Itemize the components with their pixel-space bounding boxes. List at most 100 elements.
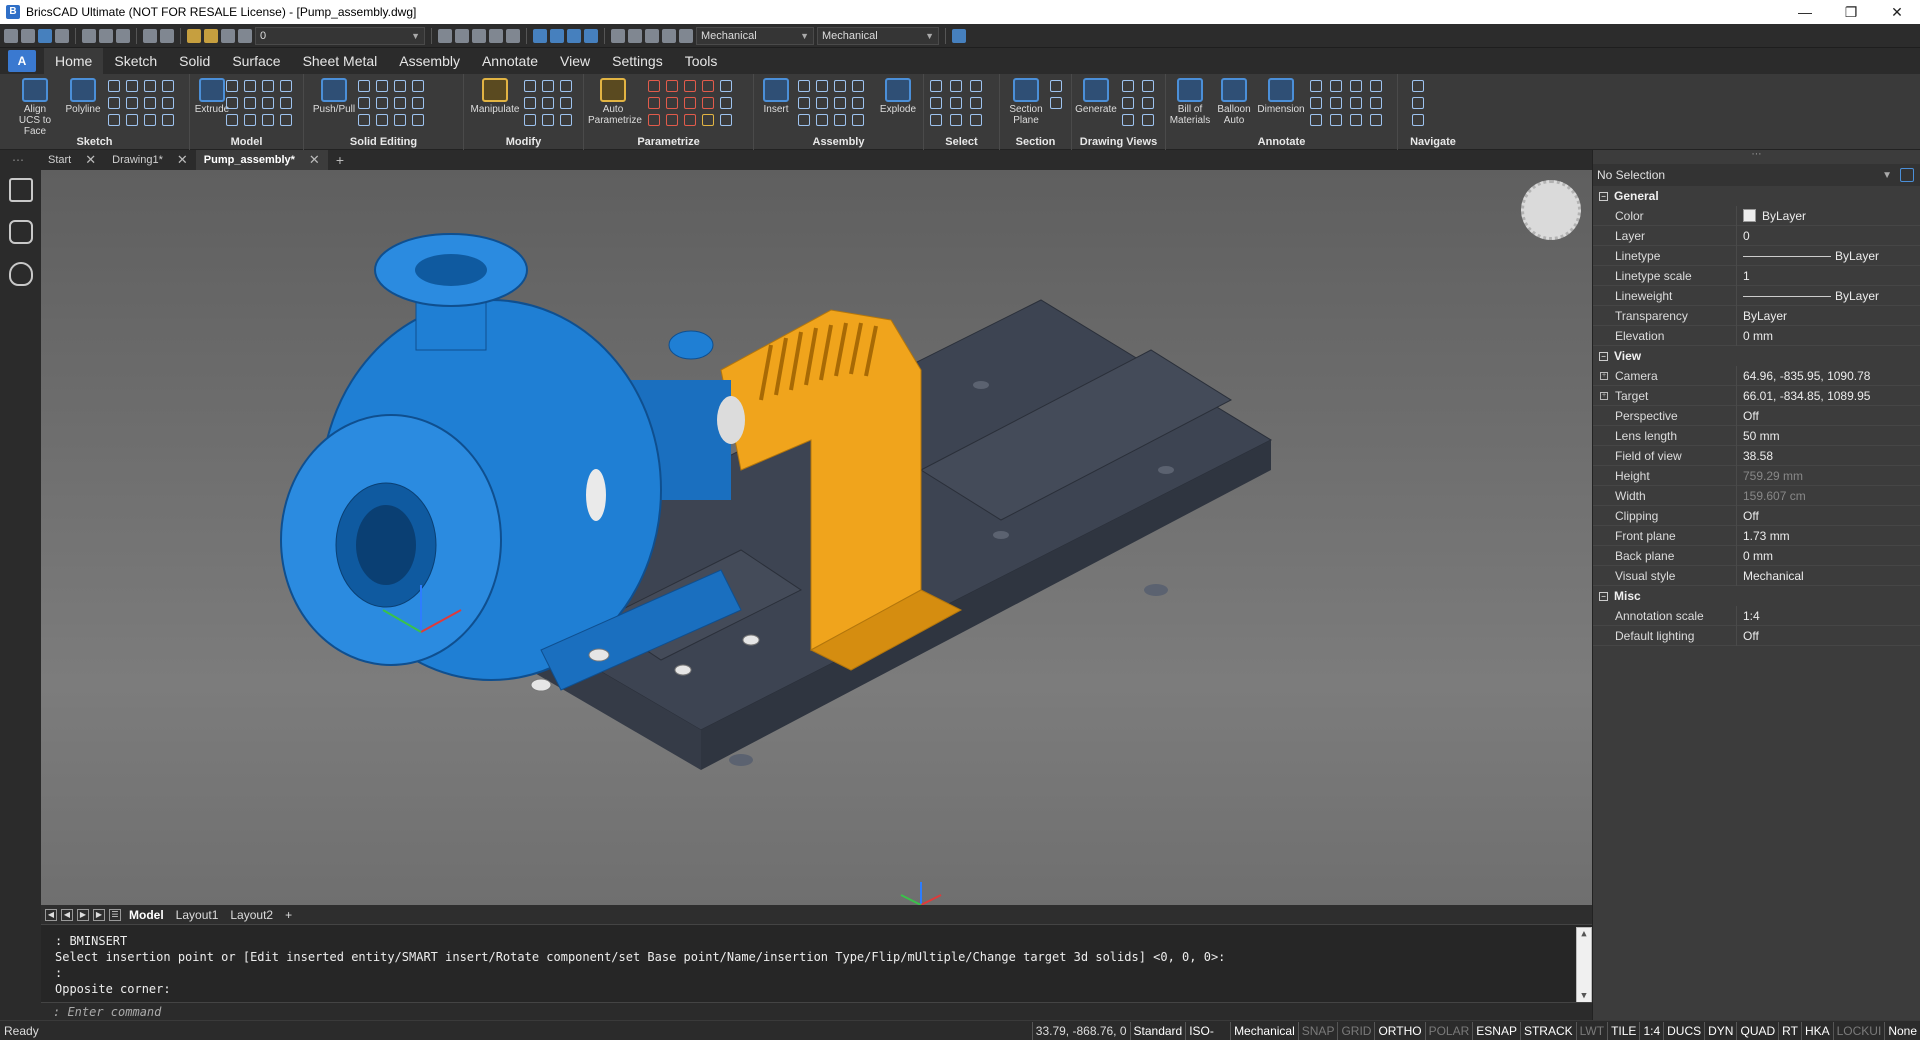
property-value-cell[interactable]: Mechanical (1737, 569, 1920, 583)
detail-view-icon[interactable] (1122, 97, 1134, 109)
doc-tab-pump-assembly[interactable]: Pump_assembly* ✕ (195, 150, 328, 170)
redo-icon[interactable] (160, 28, 174, 43)
property-value-cell[interactable]: Off (1737, 509, 1920, 523)
doc-tab-start[interactable]: Start ✕ (40, 150, 104, 170)
application-menu-icon[interactable]: A (8, 50, 36, 72)
new-file-icon[interactable] (4, 28, 18, 43)
property-value-cell[interactable]: ByLayer (1737, 289, 1920, 303)
diameter-dim-icon[interactable] (1350, 80, 1362, 92)
property-value-cell[interactable]: 0 mm (1737, 329, 1920, 343)
manipulate-button[interactable]: Manipulate (468, 78, 522, 115)
property-value-cell[interactable]: 1.73 mm (1737, 529, 1920, 543)
status-toggle-polar[interactable]: POLAR (1424, 1021, 1473, 1040)
layout-tab-model[interactable]: Model (125, 908, 168, 922)
multiline-text-icon[interactable] (1370, 97, 1382, 109)
section-view[interactable]: − View (1593, 346, 1920, 366)
radius-dim-icon[interactable] (1310, 80, 1322, 92)
expand-icon[interactable]: + (1600, 391, 1608, 400)
loft-icon[interactable] (262, 97, 274, 109)
close-icon[interactable]: ✕ (177, 150, 188, 170)
status-toggle-grid[interactable]: GRID (1337, 1021, 1374, 1040)
property-row-visual-style[interactable]: Visual style Mechanical (1593, 565, 1920, 586)
slice-icon[interactable] (280, 114, 292, 126)
select-fence-icon[interactable] (930, 97, 942, 109)
close-icon[interactable]: ✕ (85, 150, 96, 170)
property-row-color[interactable]: Color ByLayer (1593, 205, 1920, 226)
perpendicular-icon[interactable] (648, 97, 660, 109)
select-filter-icon[interactable] (970, 80, 982, 92)
property-value-cell[interactable]: 66.01, -834.85, 1089.95 (1737, 389, 1920, 403)
section-misc[interactable]: − Misc (1593, 586, 1920, 606)
property-row-front-plane[interactable]: Front plane 1.73 mm (1593, 525, 1920, 546)
tab-assembly[interactable]: Assembly (388, 48, 471, 74)
align-ucs-button[interactable]: Align UCS to Face (12, 78, 58, 137)
cylinder-icon[interactable] (244, 80, 256, 92)
generate-button[interactable]: Generate (1074, 78, 1118, 115)
text-icon[interactable] (1370, 80, 1382, 92)
move-component-icon[interactable] (798, 114, 810, 126)
tables-icon[interactable] (611, 28, 625, 43)
property-value-cell[interactable]: 159.607 cm (1737, 489, 1920, 503)
property-value-cell[interactable]: 64.96, -835.95, 1090.78 (1737, 369, 1920, 383)
explode-mod-icon[interactable] (560, 114, 572, 126)
prev-layout-icon[interactable]: ◀ (61, 908, 73, 921)
undo-icon[interactable] (143, 28, 157, 43)
first-layout-icon[interactable]: ◀ (45, 908, 57, 921)
property-value-cell[interactable]: 50 mm (1737, 429, 1920, 443)
polyline-button[interactable]: Polyline (62, 78, 104, 115)
layer-color-icon[interactable] (238, 28, 252, 43)
layout-list-icon[interactable]: ☰ (109, 908, 121, 921)
arc-icon[interactable] (162, 80, 174, 92)
subtract-icon[interactable] (244, 114, 256, 126)
dimension-button[interactable]: Dimension (1256, 78, 1306, 115)
balloon-auto-button[interactable]: Balloon Auto (1214, 78, 1254, 126)
vertical-icon[interactable] (702, 97, 714, 109)
quick-select-icon[interactable] (1900, 168, 1914, 182)
wedge-icon[interactable] (280, 80, 292, 92)
tab-surface[interactable]: Surface (221, 48, 291, 74)
angular-dim-icon[interactable] (1310, 97, 1322, 109)
scroll-up-icon[interactable]: ▲ (1577, 928, 1591, 940)
status-toggle-mechanical[interactable]: Mechanical (1230, 1021, 1298, 1040)
property-row-clipping[interactable]: Clipping Off (1593, 505, 1920, 526)
view-iso-icon[interactable] (584, 28, 598, 43)
fillet-icon[interactable] (358, 80, 370, 92)
parameters-manager-icon[interactable] (720, 97, 732, 109)
quick-select-icon[interactable] (970, 114, 982, 126)
symmetric-icon[interactable] (666, 114, 678, 126)
taper-icon[interactable] (358, 97, 370, 109)
check-icon[interactable] (412, 114, 424, 126)
layer-previous-icon[interactable] (455, 28, 469, 43)
section-general[interactable]: − General (1593, 186, 1920, 206)
fix-constraint-icon[interactable] (648, 80, 660, 92)
extrude-button[interactable]: Extrude (194, 78, 230, 115)
restore-button[interactable]: ❐ (1828, 0, 1874, 24)
property-row-linetype-scale[interactable]: Linetype scale 1 (1593, 265, 1920, 286)
array-icon[interactable] (560, 80, 572, 92)
spline-icon[interactable] (108, 97, 120, 109)
status-toggle-quad[interactable]: QUAD (1736, 1021, 1778, 1040)
dimension-constraint-icon[interactable] (720, 80, 732, 92)
property-row-camera[interactable]: + Camera 64.96, -835.95, 1090.78 (1593, 365, 1920, 386)
explode-button[interactable]: Explode (876, 78, 920, 115)
settings-icon[interactable] (645, 28, 659, 43)
layer-dropdown[interactable]: 0 ▼ (255, 26, 425, 45)
auto-parametrize-button[interactable]: Auto Parametrize (588, 78, 642, 126)
layer-walk-icon[interactable] (506, 28, 520, 43)
view-base-icon[interactable] (1122, 114, 1134, 126)
property-row-lineweight[interactable]: Lineweight ByLayer (1593, 285, 1920, 306)
replace-component-icon[interactable] (834, 80, 846, 92)
property-row-lens-length[interactable]: Lens length 50 mm (1593, 425, 1920, 446)
layer-lock-icon[interactable] (221, 28, 235, 43)
shell-icon[interactable] (394, 80, 406, 92)
look-from-widget[interactable] (1521, 180, 1581, 240)
tab-solid[interactable]: Solid (168, 48, 221, 74)
tab-settings[interactable]: Settings (601, 48, 674, 74)
rotate-component-icon[interactable] (816, 114, 828, 126)
update-component-icon[interactable] (852, 80, 864, 92)
live-section-icon[interactable] (1050, 80, 1062, 92)
region-icon[interactable] (162, 97, 174, 109)
status-toggle-none[interactable]: None (1884, 1021, 1920, 1040)
push-pull-button[interactable]: Push/Pull (312, 78, 356, 115)
tangent-icon[interactable] (666, 97, 678, 109)
